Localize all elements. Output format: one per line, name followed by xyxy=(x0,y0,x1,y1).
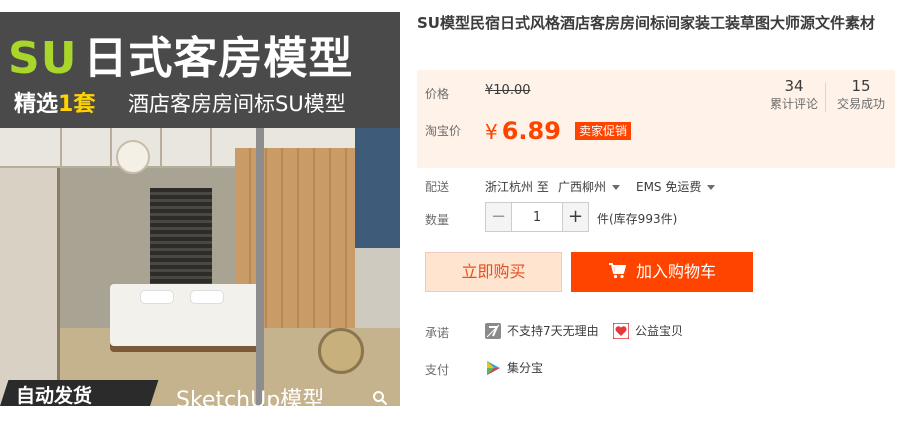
shipping-label: 配送 xyxy=(425,180,450,194)
payment-row: 支付 集分宝 xyxy=(417,359,895,385)
payment-label: 支付 xyxy=(425,363,450,377)
shipping-destination-select[interactable]: 广西柳州 xyxy=(558,178,621,195)
sketchup-tag: SketchUp模型 xyxy=(176,388,325,406)
payment-jifenbao[interactable]: 集分宝 xyxy=(485,359,543,377)
quantity-row: 数量 − + 件(库存993件) xyxy=(417,202,895,236)
promise-no-7day[interactable]: 不支持7天无理由 xyxy=(485,322,599,340)
room-window-blinds xyxy=(150,188,212,298)
charity-heart-icon xyxy=(613,322,629,339)
review-count: 34 xyxy=(784,77,804,95)
promo-price-label: 淘宝价 xyxy=(425,124,462,138)
promo-badge: 卖家促销 xyxy=(575,122,632,140)
promise-no-7day-label: 不支持7天无理由 xyxy=(507,324,599,338)
shipping-method: EMS 免运费 xyxy=(636,180,702,194)
no-7day-return-icon xyxy=(485,322,501,339)
auto-ship-tag: 自动发货 xyxy=(16,385,93,406)
promo-price-value: 6.89 xyxy=(501,117,561,145)
room-shoji-wall xyxy=(0,168,60,406)
promo-price: ¥6.89 xyxy=(485,117,561,145)
banner-subtitle-2: 酒店客房房间标SU模型 xyxy=(128,92,346,116)
quantity-minus-button[interactable]: − xyxy=(486,203,512,231)
price-box: 价格 ¥10.00 淘宝价 ¥6.89 卖家促销 34 累计评论 15 交易成功 xyxy=(417,70,895,168)
quantity-label: 数量 xyxy=(425,213,450,227)
stock-info: 件(库存993件) xyxy=(597,212,678,226)
payment-method-label: 集分宝 xyxy=(507,361,544,375)
room-wave-painting xyxy=(355,128,400,248)
banner-sub-highlight: 1套 xyxy=(58,92,96,117)
promise-charity[interactable]: 公益宝贝 xyxy=(613,322,683,340)
original-price: ¥10.00 xyxy=(485,83,531,98)
room-plant-pot xyxy=(318,328,364,374)
promise-label: 承诺 xyxy=(425,326,450,340)
add-to-cart-button[interactable]: 加入购物车 xyxy=(571,252,753,292)
price-label: 价格 xyxy=(425,87,450,101)
shopping-cart-icon xyxy=(608,262,626,278)
chevron-down-icon xyxy=(612,185,621,190)
promise-charity-label: 公益宝贝 xyxy=(635,324,684,338)
room-bed xyxy=(110,284,260,346)
buy-now-button[interactable]: 立即购买 xyxy=(425,252,562,292)
shipping-destination: 广西柳州 xyxy=(558,180,607,194)
shipping-from: 浙江杭州 至 xyxy=(485,180,549,194)
review-stat[interactable]: 34 累计评论 xyxy=(761,76,827,112)
shipping-method-select[interactable]: EMS 免运费 xyxy=(636,178,716,195)
quantity-stepper: − + xyxy=(485,202,589,232)
add-to-cart-label: 加入购物车 xyxy=(635,262,716,281)
zoom-search-icon[interactable] xyxy=(372,390,388,406)
sales-stat: 15 交易成功 xyxy=(828,76,894,112)
product-info-panel: SU模型民宿日式风格酒店客房房间标间家装工装草图大师源文件素材 价格 ¥10.0… xyxy=(417,12,897,377)
chevron-down-icon xyxy=(707,185,716,190)
quantity-plus-button[interactable]: + xyxy=(562,203,588,231)
banner-subtitle: 精选1套 xyxy=(14,86,95,118)
room-pole xyxy=(256,128,264,406)
shipping-row: 配送 浙江杭州 至 广西柳州 EMS 免运费 xyxy=(417,170,895,200)
stats-divider xyxy=(825,82,826,112)
review-label: 累计评论 xyxy=(769,97,818,111)
banner-title-rest: 日式客房模型 xyxy=(83,33,354,84)
room-paper-lamp xyxy=(116,140,150,174)
banner-sub-pre: 精选 xyxy=(14,92,59,117)
banner-title: SU 日式客房模型 xyxy=(8,22,353,86)
room-render xyxy=(0,128,400,406)
sales-count: 15 xyxy=(851,77,871,95)
jifenbao-icon xyxy=(487,360,500,375)
sales-label: 交易成功 xyxy=(836,97,885,111)
original-price-value: ¥10.00 xyxy=(485,83,531,98)
product-main-image[interactable]: SU 日式客房模型 精选1套 酒店客房房间标SU模型 自动发货 SketchUp模… xyxy=(0,12,400,406)
promise-row: 承诺 不支持7天无理由 公益宝贝 xyxy=(417,322,895,348)
quantity-input[interactable] xyxy=(513,203,561,231)
image-banner: SU 日式客房模型 精选1套 酒店客房房间标SU模型 xyxy=(0,12,400,128)
product-title: SU模型民宿日式风格酒店客房房间标间家装工装草图大师源文件素材 xyxy=(417,14,875,32)
promo-currency: ¥ xyxy=(485,120,498,144)
banner-title-su: SU xyxy=(8,33,78,84)
